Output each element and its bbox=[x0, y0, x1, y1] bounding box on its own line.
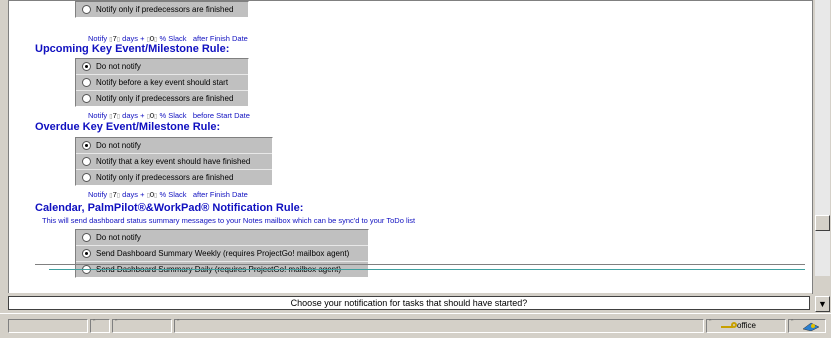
scrollbar-thumb[interactable] bbox=[815, 215, 830, 231]
notify-line: Notify ▯7▯ days + ▯0▯ % Slack after Fini… bbox=[88, 34, 248, 43]
key-icon bbox=[721, 320, 737, 328]
slack-label: % Slack bbox=[159, 190, 187, 199]
radio-label: Notify only if predecessors are finished bbox=[96, 94, 234, 103]
notify-suffix: after Finish Date bbox=[192, 190, 248, 199]
radio-label: Do not notify bbox=[96, 233, 141, 242]
radio-option[interactable]: Notify only if predecessors are finished bbox=[76, 169, 272, 185]
radio-button[interactable] bbox=[82, 249, 91, 258]
caret-up-icon: ˆ bbox=[791, 320, 794, 327]
days-label: days + bbox=[122, 111, 145, 120]
radio-group-calendar: Do not notify Send Dashboard Summary Wee… bbox=[75, 229, 369, 278]
notify-line: Notify ▯7▯ days + ▯0▯ % Slack before Sta… bbox=[88, 111, 250, 120]
radio-group-upcoming: Do not notify Notify before a key event … bbox=[75, 58, 249, 107]
section-heading-calendar: Calendar, PalmPilot®&WorkPad® Notificati… bbox=[35, 202, 304, 214]
section-heading-overdue: Overdue Key Event/Milestone Rule: bbox=[35, 121, 221, 133]
network-icon bbox=[802, 322, 820, 331]
location-label: office bbox=[737, 321, 756, 330]
status-message: Choose your notification for tasks that … bbox=[8, 296, 810, 310]
radio-button[interactable] bbox=[82, 157, 91, 166]
radio-group-started-predecessors: Notify only if predecessors are finished bbox=[75, 1, 249, 18]
radio-button[interactable] bbox=[82, 5, 91, 14]
radio-label: Notify that a key event should have fini… bbox=[96, 157, 251, 166]
radio-option[interactable]: Notify only if predecessors are finished bbox=[76, 90, 248, 106]
radio-label: Notify before a key event should start bbox=[96, 78, 229, 87]
caret-up-icon: ˆ bbox=[709, 320, 712, 327]
notify-prefix: Notify bbox=[88, 111, 108, 120]
notify-prefix: Notify bbox=[88, 34, 108, 43]
caret-up-icon: ˆ bbox=[177, 320, 180, 327]
notes-status-bar: ˆ ˆ ˆ ˆ office ˆ bbox=[0, 313, 831, 338]
caret-up-icon: ˆ bbox=[115, 320, 118, 327]
radio-button[interactable] bbox=[82, 62, 91, 71]
radio-option[interactable]: Do not notify bbox=[76, 138, 272, 153]
days-label: days + bbox=[122, 190, 145, 199]
radio-label: Notify only if predecessors are finished bbox=[96, 5, 234, 14]
radio-button[interactable] bbox=[82, 233, 91, 242]
status-cell[interactable]: ˆ bbox=[174, 319, 704, 333]
notify-line: Notify ▯7▯ days + ▯0▯ % Slack after Fini… bbox=[88, 190, 248, 199]
network-status[interactable]: ˆ bbox=[788, 319, 826, 333]
radio-button[interactable] bbox=[82, 141, 91, 150]
radio-button[interactable] bbox=[82, 94, 91, 103]
radio-option[interactable]: Do not notify bbox=[76, 59, 248, 74]
location-selector[interactable]: ˆ office bbox=[706, 319, 786, 333]
divider bbox=[35, 264, 805, 265]
radio-label: Do not notify bbox=[96, 62, 141, 71]
radio-option[interactable]: Notify that a key event should have fini… bbox=[76, 153, 272, 169]
radio-option[interactable]: Send Dashboard Summary Weekly (requires … bbox=[76, 245, 368, 261]
radio-label: Do not notify bbox=[96, 141, 141, 150]
radio-label: Notify only if predecessors are finished bbox=[96, 173, 234, 182]
section-description: This will send dashboard status summary … bbox=[42, 216, 416, 225]
radio-option[interactable]: Notify only if predecessors are finished bbox=[76, 2, 248, 17]
slack-label: % Slack bbox=[159, 34, 187, 43]
radio-label: Send Dashboard Summary Weekly (requires … bbox=[96, 249, 350, 258]
notify-suffix: after Finish Date bbox=[192, 34, 248, 43]
caret-up-icon: ˆ bbox=[93, 320, 96, 327]
form-area: Notify only if predecessors are finished… bbox=[8, 0, 813, 293]
vertical-scrollbar[interactable]: ▼ bbox=[812, 0, 831, 312]
notify-suffix: before Start Date bbox=[192, 111, 250, 120]
field-marker-icon: ▯ bbox=[154, 193, 158, 199]
notify-prefix: Notify bbox=[88, 190, 108, 199]
slack-label: % Slack bbox=[159, 111, 187, 120]
status-cell[interactable]: ˆ bbox=[90, 319, 110, 333]
field-marker-icon: ▯ bbox=[116, 193, 121, 199]
status-cell[interactable] bbox=[8, 319, 88, 333]
radio-option[interactable]: Do not notify bbox=[76, 230, 368, 245]
radio-group-overdue: Do not notify Notify that a key event sh… bbox=[75, 137, 273, 186]
radio-button[interactable] bbox=[82, 173, 91, 182]
field-marker-icon: ▯ bbox=[154, 114, 158, 120]
days-label: days + bbox=[122, 34, 145, 43]
radio-option[interactable]: Notify before a key event should start bbox=[76, 74, 248, 90]
scrollbar-track[interactable] bbox=[815, 0, 830, 276]
scroll-down-arrow-icon[interactable]: ▼ bbox=[815, 296, 830, 312]
field-marker-icon: ▯ bbox=[116, 114, 121, 120]
radio-button[interactable] bbox=[82, 78, 91, 87]
divider bbox=[49, 269, 805, 270]
status-cell[interactable]: ˆ bbox=[112, 319, 172, 333]
section-heading-upcoming: Upcoming Key Event/Milestone Rule: bbox=[35, 43, 230, 55]
